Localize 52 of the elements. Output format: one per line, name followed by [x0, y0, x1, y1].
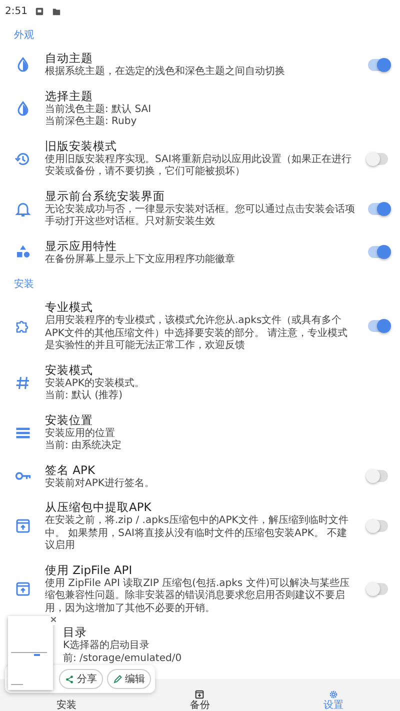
setting-description: 当前: 默认 (推荐) [45, 390, 124, 402]
upload-box-icon [14, 517, 32, 536]
setting-title: 自动主题 [45, 51, 94, 66]
section-header: 安装 [13, 278, 35, 292]
toggle-switch[interactable] [368, 582, 388, 595]
upload-box-icon [14, 580, 32, 598]
setting-description: 安装应用的位置 [45, 428, 116, 440]
setting-description: 在安装之前，将.zip / .apks压缩包中的APK文件，解压缩到临时文件中。 如果禁用，SAI将直接从没有临时文件的压缩包安装APK。 不建议启用 [45, 515, 350, 552]
setting-title: 选择主题 [45, 88, 94, 104]
close-icon[interactable] [48, 614, 59, 625]
settings-icon [328, 689, 339, 700]
setting-description: 安装APK的安装模式。 [45, 378, 146, 390]
setting-title: 签名 APK [45, 462, 96, 478]
setting-description: 当前深色主题: Ruby [45, 116, 138, 128]
toggle-switch[interactable] [368, 246, 388, 258]
setting-title: 安装位置 [45, 412, 94, 428]
share-icon [65, 674, 74, 684]
setting-title: 安装模式 [45, 362, 94, 378]
notification-icon [35, 6, 44, 16]
setting-description: 当前浅色主题: 默认 SAI [45, 104, 152, 116]
toggle-switch[interactable] [368, 470, 388, 482]
setting-title: 旧版安装模式 [45, 138, 118, 154]
archive-icon [194, 689, 206, 700]
setting-title: 使用 ZipFile API [45, 562, 134, 578]
toggle-switch[interactable] [368, 58, 388, 71]
setting-description: K选择器的启动目录 [63, 640, 151, 652]
setting-description: 无论安装成功与否，一律显示安装对话框。您可以通过点击安装会话项手动打开这些对话框。只对新安装生效 [45, 204, 356, 228]
nav-tab[interactable]: 备份 [133, 689, 267, 711]
nav-tab[interactable]: 安装 [0, 689, 134, 711]
setting-description: 使用 ZipFile API 读取ZIP 压缩包(包括.apks 文件)可以解决与某些压缩包兼容性问题。除非安装器的错误消息要求您启用否则建议不要启用，因为这增加了其他不必要的开销。 [45, 578, 351, 615]
setting-title: 从压缩包中提取APK [45, 500, 152, 514]
setting-title: 显示前台系统安装界面 [45, 188, 166, 204]
setting-title: 显示应用特性 [45, 238, 118, 254]
setting-description: 根据系统主题，在选定的浅色和深色主题之间自动切换 [45, 66, 286, 78]
setting-description: 启用安装程序的专业模式，该模式允许您从.apks文件（或具有多个APK文件的其他压缩文件）中选择要安装的部分。 请注意，专业模式是实验性的并且可能无法正常工作，欢迎反馈 [45, 315, 349, 352]
edit-button[interactable]: 编辑 [107, 669, 151, 689]
section-header: 外观 [13, 29, 35, 43]
pencil-icon [113, 674, 122, 684]
share-button[interactable]: 分享 [59, 669, 103, 689]
setting-title: 目录 [63, 625, 88, 640]
toggle-switch[interactable] [368, 152, 388, 164]
toggle-switch[interactable] [368, 520, 388, 532]
setting-description: 使用旧版安装程序实现。SAI将重新启动以应用此设置（如果正在进行安装或备份，请不要切换，它们可能被损坏） [45, 154, 352, 178]
setting-description: 在备份屏幕上显示上下文应用程序功能徽章 [45, 254, 236, 266]
setting-title: 专业模式 [45, 300, 94, 314]
setting-description: 前: /storage/emulated/0 [63, 652, 183, 665]
folder-icon [52, 6, 62, 16]
setting-description: 安装前对APK进行签名。 [45, 478, 156, 490]
clock: 2:51 [5, 6, 28, 16]
toggle-switch[interactable] [368, 320, 388, 332]
setting-description: 当前: 由系统决定 [45, 440, 123, 452]
toggle-switch[interactable] [368, 202, 388, 214]
